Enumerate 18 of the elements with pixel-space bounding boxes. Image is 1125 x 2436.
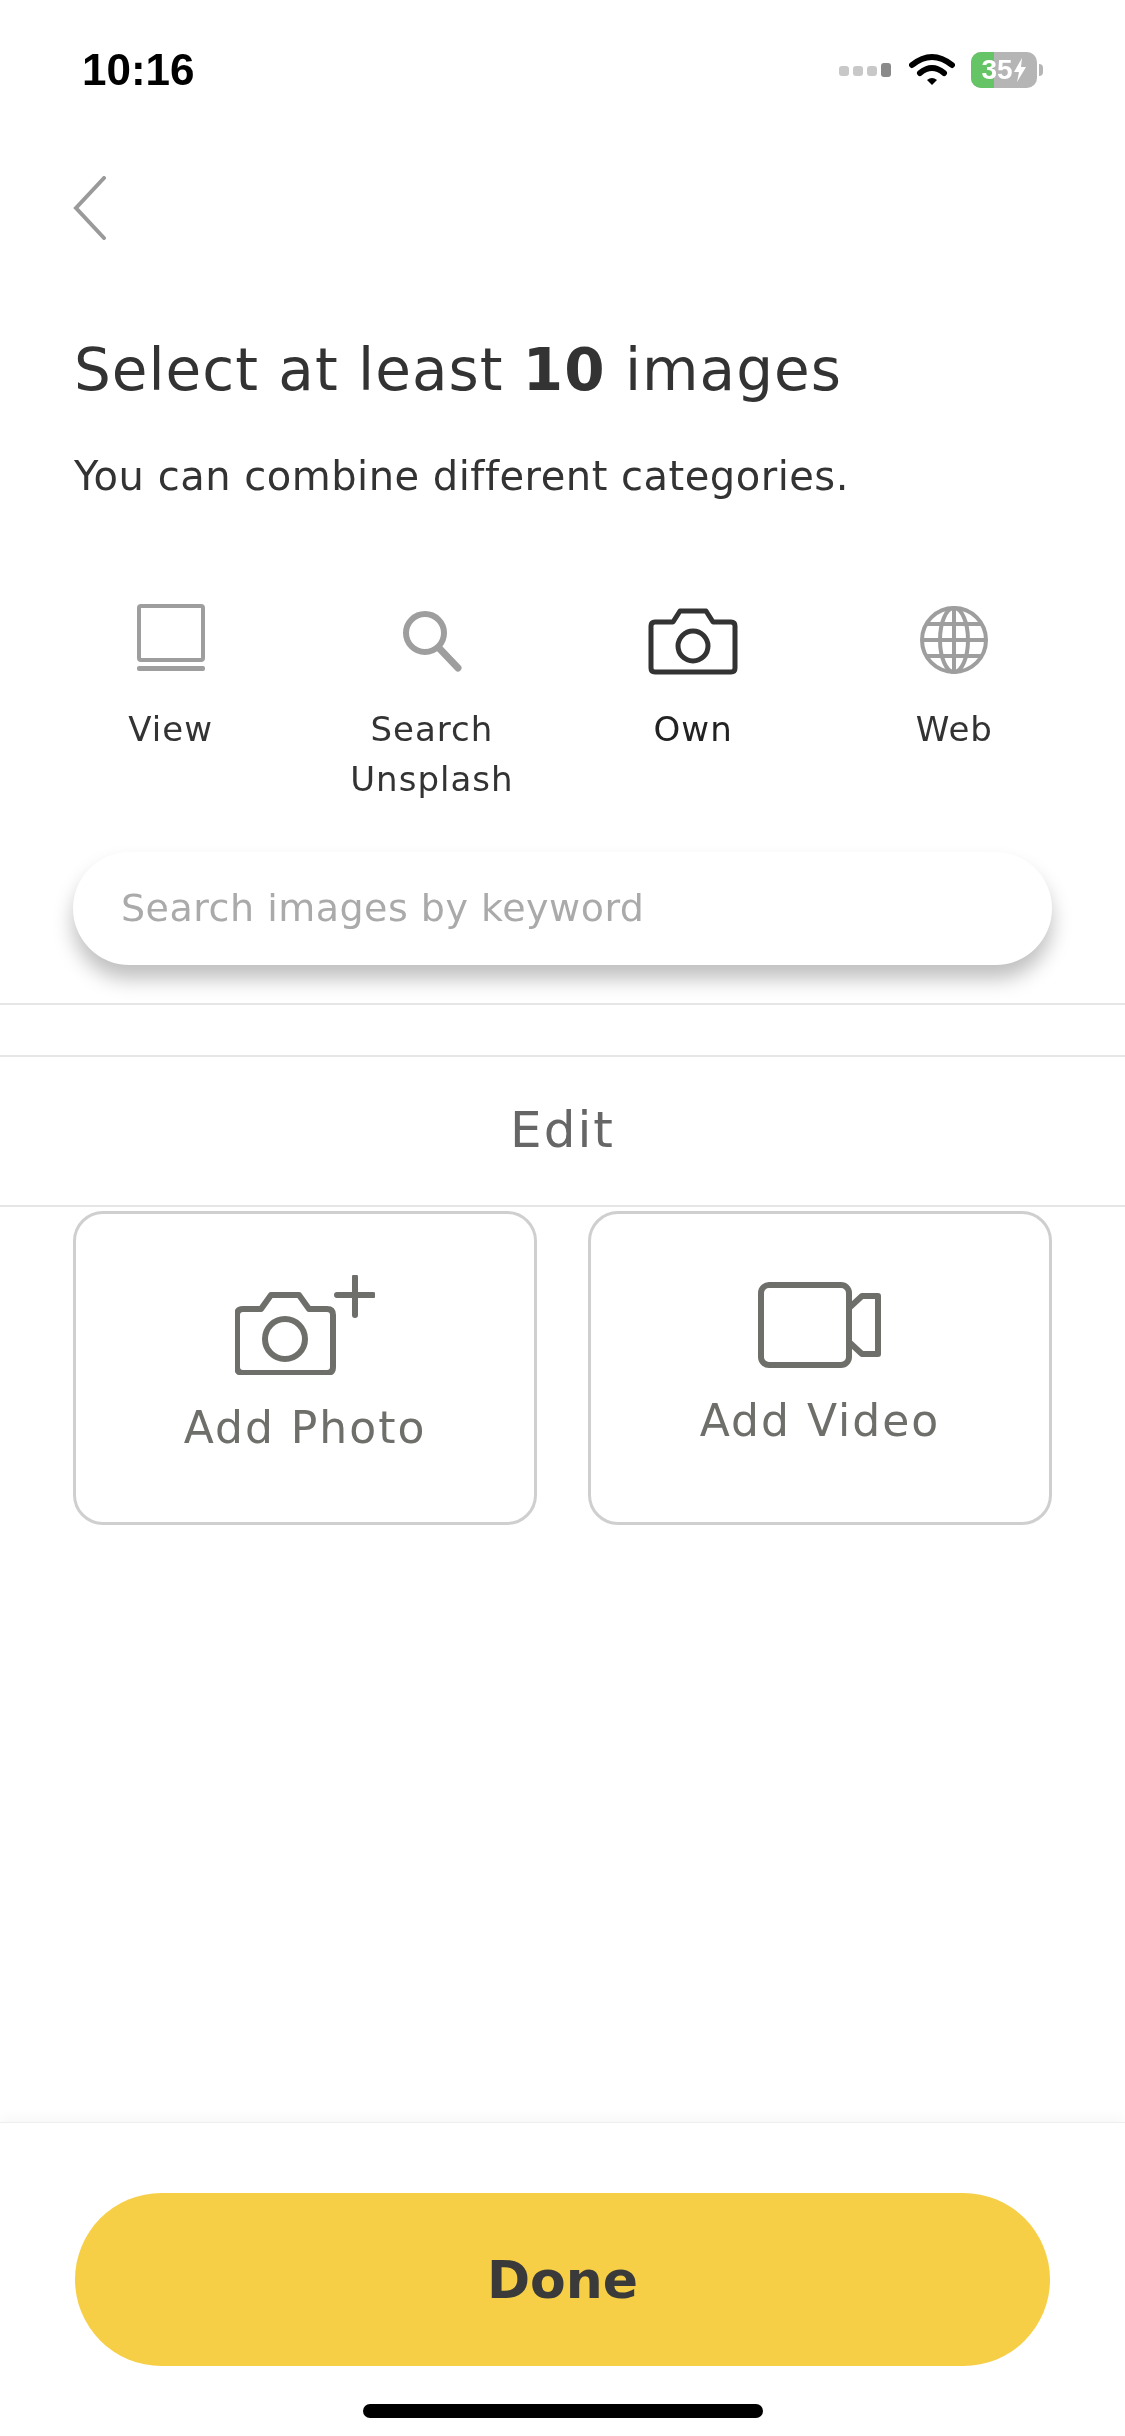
category-tab[interactable]: Own xyxy=(562,595,824,754)
search-field[interactable]: Search images by keyword xyxy=(73,851,1052,965)
camera-plus-icon xyxy=(235,1274,375,1375)
globe-icon xyxy=(918,603,991,676)
wifi-icon xyxy=(909,53,955,87)
page-title: Select at least 10 images xyxy=(74,336,843,406)
edit-heading: Edit xyxy=(510,1100,615,1162)
back-button[interactable] xyxy=(72,176,108,240)
status-time: 10:16 xyxy=(82,44,195,96)
done-button[interactable]: Done xyxy=(75,2193,1050,2366)
video-camera-icon xyxy=(758,1281,882,1368)
add-media-button[interactable]: Add Photo xyxy=(73,1210,537,1525)
category-tab[interactable]: Search Unsplash xyxy=(301,595,563,804)
signal-icon xyxy=(839,62,893,78)
page-subtitle: You can combine different categories. xyxy=(74,451,850,501)
category-tab[interactable]: Web xyxy=(823,595,1085,754)
category-tab[interactable]: View xyxy=(40,595,302,754)
add-media-button[interactable]: Add Video xyxy=(588,1210,1052,1525)
